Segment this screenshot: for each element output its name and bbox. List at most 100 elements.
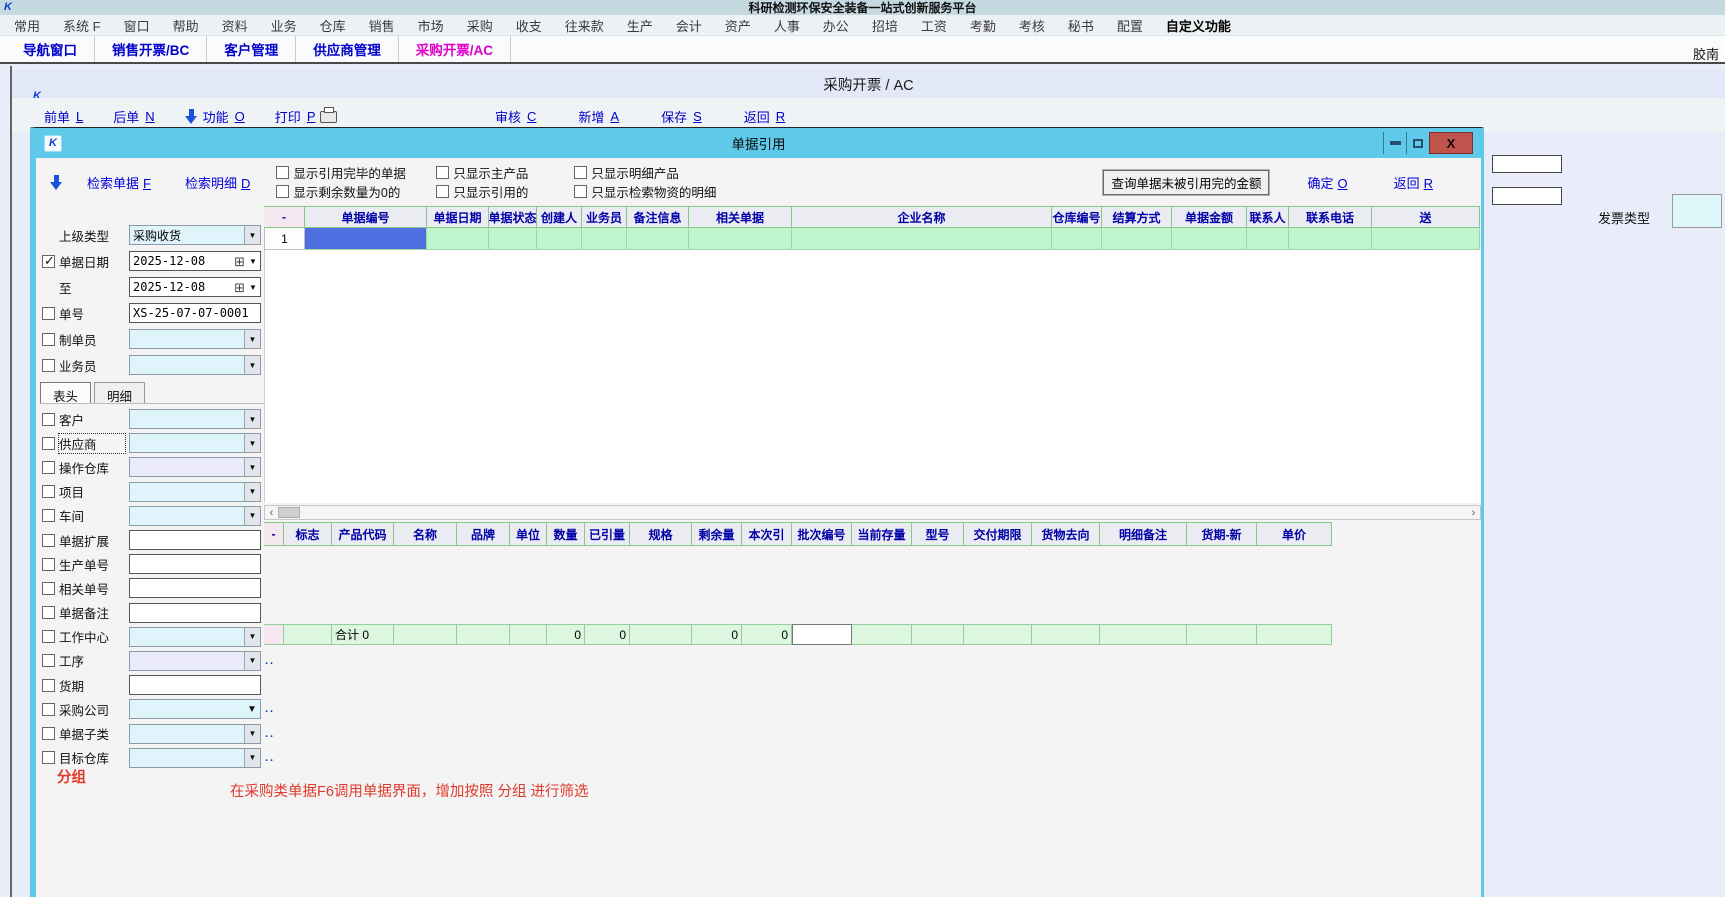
- checkbox-icon[interactable]: [42, 307, 55, 320]
- grid-column-header[interactable]: 创建人: [537, 206, 582, 228]
- filter-field[interactable]: ⊞ ▼: [129, 554, 261, 574]
- panel-tab[interactable]: 表头: [40, 382, 91, 403]
- grid-column-header[interactable]: 数量: [547, 522, 585, 546]
- grid-cell[interactable]: [627, 228, 689, 250]
- grid-cell[interactable]: [1289, 228, 1372, 250]
- search-link[interactable]: 检索明细D: [185, 173, 250, 192]
- filter-field[interactable]: ⊞ ▼: [129, 506, 261, 526]
- checkbox-icon[interactable]: [42, 461, 55, 474]
- checkbox-icon[interactable]: [42, 727, 55, 740]
- menu-item[interactable]: 会计: [676, 16, 702, 35]
- grid-column-header[interactable]: 相关单据: [689, 206, 792, 228]
- checkbox-icon[interactable]: [42, 630, 55, 643]
- grid-cell[interactable]: [427, 228, 489, 250]
- scrollbar-track[interactable]: [300, 506, 1467, 519]
- grid-cell[interactable]: [305, 228, 427, 250]
- checkbox-icon[interactable]: [42, 437, 55, 450]
- document-grid-body[interactable]: [264, 250, 1481, 503]
- checkbox-icon[interactable]: [276, 166, 289, 179]
- filter-field[interactable]: ⊞ ▼: [129, 603, 261, 623]
- grid-column-header[interactable]: -: [264, 206, 305, 228]
- confirm-link[interactable]: 确定O: [1307, 173, 1347, 192]
- window-tab[interactable]: 客户管理: [207, 36, 296, 62]
- window-tab[interactable]: 采购开票/AC: [399, 36, 511, 62]
- grid-column-header[interactable]: 企业名称: [792, 206, 1052, 228]
- menu-item[interactable]: 考核: [1019, 16, 1045, 35]
- grid-column-header[interactable]: 备注信息: [627, 206, 689, 228]
- dropdown-arrow-icon[interactable]: ▼: [244, 628, 260, 646]
- toolbar-link[interactable]: 后单N: [113, 107, 154, 126]
- dropdown-arrow-icon[interactable]: ▼: [244, 507, 260, 525]
- grid-column-header[interactable]: 标志: [284, 522, 332, 546]
- toolbar-link[interactable]: 前单L: [44, 107, 83, 126]
- background-input[interactable]: [1492, 187, 1562, 205]
- filter-field[interactable]: ⊞ ▼: [129, 355, 261, 375]
- dropdown-arrow-icon[interactable]: ▼: [246, 278, 260, 296]
- calendar-icon[interactable]: ⊞: [234, 255, 245, 268]
- grid-column-header[interactable]: 单据编号: [305, 206, 427, 228]
- calendar-icon[interactable]: ⊞: [234, 281, 245, 294]
- checkbox-icon[interactable]: [436, 185, 449, 198]
- filter-field[interactable]: ⊞ ▼: [129, 651, 261, 671]
- checkbox-icon[interactable]: [42, 558, 55, 571]
- checkbox-icon[interactable]: [436, 166, 449, 179]
- grid-column-header[interactable]: 联系电话: [1289, 206, 1372, 228]
- grid-column-header[interactable]: 仓库编号: [1052, 206, 1102, 228]
- filter-field[interactable]: ⊞ ▼: [129, 530, 261, 550]
- filter-checkbox-item[interactable]: 显示剩余数量为0的: [276, 182, 426, 201]
- maximize-button[interactable]: [1406, 132, 1429, 154]
- toolbar-link[interactable]: 功能O: [185, 107, 245, 126]
- toolbar-link[interactable]: 保存S: [661, 107, 702, 126]
- grid-column-header[interactable]: 本次引: [742, 522, 792, 546]
- filter-field[interactable]: ⊞ ▼: [129, 675, 261, 695]
- checkbox-icon[interactable]: [42, 509, 55, 522]
- filter-field[interactable]: ⊞ ▼: [129, 578, 261, 598]
- filter-field[interactable]: ⊞ ▼: [129, 724, 261, 744]
- checkbox-icon[interactable]: [276, 185, 289, 198]
- query-unreferenced-amount-button[interactable]: 查询单据未被引用完的金额: [1103, 170, 1269, 195]
- grid-cell[interactable]: [792, 228, 1052, 250]
- filter-field[interactable]: 2025-12-08 ⊞ ▼: [129, 277, 261, 297]
- filter-checkbox-item[interactable]: 只显示引用的: [436, 182, 564, 201]
- grid-column-header[interactable]: 单据日期: [427, 206, 489, 228]
- close-button[interactable]: X: [1429, 132, 1473, 154]
- filter-field[interactable]: ⊞ ▼: [129, 457, 261, 477]
- dropdown-arrow-icon[interactable]: ▼: [244, 652, 260, 670]
- background-input[interactable]: [1492, 155, 1562, 173]
- dropdown-arrow-icon[interactable]: ▼: [244, 226, 260, 244]
- checkbox-icon[interactable]: [42, 333, 55, 346]
- grid-column-header[interactable]: 已引量: [585, 522, 630, 546]
- window-tab[interactable]: 供应商管理: [296, 36, 399, 62]
- checkbox-icon[interactable]: [42, 359, 55, 372]
- checkbox-icon[interactable]: [574, 166, 587, 179]
- grid-column-header[interactable]: 单位: [510, 522, 547, 546]
- grid-column-header[interactable]: 型号: [912, 522, 964, 546]
- menu-item[interactable]: 自定义功能: [1166, 16, 1231, 35]
- grid-column-header[interactable]: -: [264, 522, 284, 546]
- checkbox-icon[interactable]: [42, 679, 55, 692]
- grid-cell[interactable]: 1: [264, 228, 305, 250]
- filter-checkbox-item[interactable]: 只显示主产品: [436, 163, 564, 182]
- dropdown-arrow-icon[interactable]: ▼: [244, 410, 260, 428]
- grid-cell[interactable]: [537, 228, 582, 250]
- scrollbar-thumb[interactable]: [278, 507, 300, 518]
- filter-field[interactable]: ⊞ ▼: [129, 409, 261, 429]
- checkbox-icon[interactable]: [42, 703, 55, 716]
- filter-field[interactable]: XS-25-07-07-0001 ⊞ ▼: [129, 303, 261, 323]
- search-link[interactable]: 检索单据F: [87, 173, 151, 192]
- menu-item[interactable]: 往来款: [565, 16, 604, 35]
- checkbox-icon[interactable]: [42, 582, 55, 595]
- menu-item[interactable]: 招培: [872, 16, 898, 35]
- grid-column-header[interactable]: 当前存量: [852, 522, 912, 546]
- window-tab[interactable]: 销售开票/BC: [95, 36, 207, 62]
- return-link[interactable]: 返回R: [1394, 173, 1433, 192]
- menu-item[interactable]: 资料: [222, 16, 248, 35]
- menu-item[interactable]: 帮助: [173, 16, 199, 35]
- filter-field[interactable]: 采购收货 ⊞ ▼: [129, 225, 261, 245]
- menu-item[interactable]: 生产: [627, 16, 653, 35]
- dropdown-arrow-icon[interactable]: ▼: [244, 725, 260, 743]
- checkbox-icon[interactable]: [574, 185, 587, 198]
- panel-tab[interactable]: 明细: [94, 382, 145, 403]
- grid-column-header[interactable]: 业务员: [582, 206, 627, 228]
- menu-item[interactable]: 秘书: [1068, 16, 1094, 35]
